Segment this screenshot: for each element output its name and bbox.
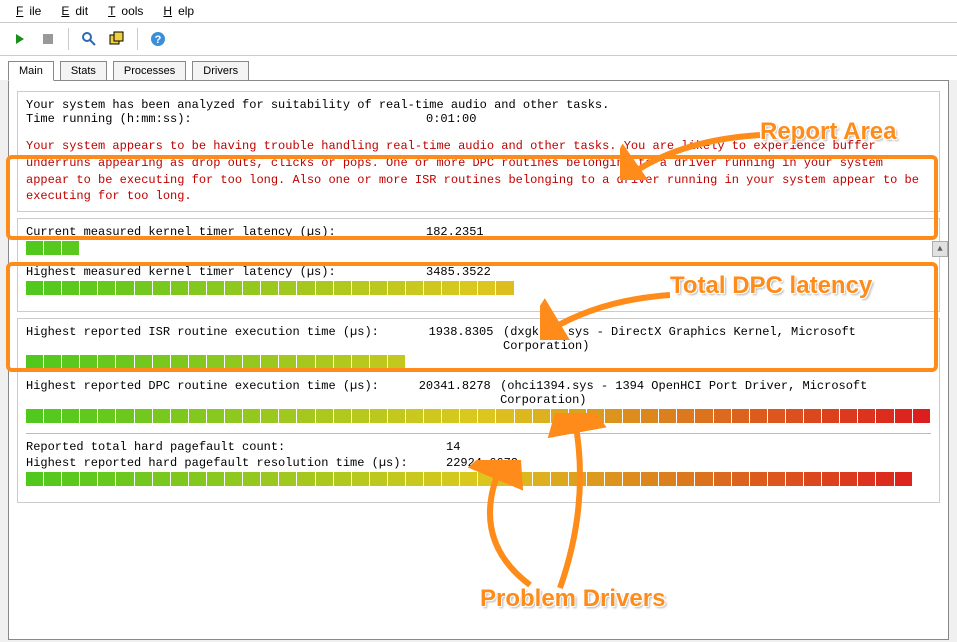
toolbar-separator <box>68 28 69 50</box>
menu-bar: File Edit Tools Help <box>0 0 957 23</box>
section-divider <box>26 433 931 434</box>
svg-text:?: ? <box>155 34 162 46</box>
tab-strip: Main Stats Processes Drivers <box>0 56 957 80</box>
play-icon <box>14 33 26 45</box>
help-icon: ? <box>150 31 166 47</box>
time-running-value: 0:01:00 <box>426 112 476 126</box>
menu-edit[interactable]: Edit <box>49 2 94 20</box>
stop-icon <box>43 34 53 44</box>
highest-latency-label: Highest measured kernel timer latency (µ… <box>26 265 426 279</box>
stop-button[interactable] <box>36 27 60 51</box>
toolbar: ? <box>0 23 957 56</box>
latency-block: Current measured kernel timer latency (µ… <box>17 218 940 312</box>
dpc-bar <box>26 409 931 423</box>
magnifier-icon <box>81 31 97 47</box>
dpc-value: 20341.8278 <box>419 379 491 407</box>
windows-button[interactable] <box>105 27 129 51</box>
dpc-label: Highest reported DPC routine execution t… <box>26 379 419 407</box>
pagefault-count-value: 14 <box>446 440 460 454</box>
menu-tools[interactable]: Tools <box>96 2 149 20</box>
time-running-label: Time running (h:mm:ss): <box>26 112 426 126</box>
current-latency-bar <box>26 241 931 255</box>
tab-stats[interactable]: Stats <box>60 61 107 81</box>
play-button[interactable] <box>8 27 32 51</box>
report-warning-text: Your system appears to be having trouble… <box>26 138 931 205</box>
drivers-block: Highest reported ISR routine execution t… <box>17 318 940 503</box>
toolbar-separator <box>137 28 138 50</box>
tab-processes[interactable]: Processes <box>113 61 186 81</box>
pagefault-count-label: Reported total hard pagefault count: <box>26 440 446 454</box>
pagefault-time-value: 22924.6672 <box>446 456 518 470</box>
isr-driver: (dxgkrnl.sys - DirectX Graphics Kernel, … <box>503 325 931 353</box>
current-latency-value: 182.2351 <box>426 225 484 239</box>
tab-drivers[interactable]: Drivers <box>192 61 249 81</box>
scroll-up-arrow[interactable]: ▲ <box>932 241 948 257</box>
help-button[interactable]: ? <box>146 27 170 51</box>
windows-icon <box>109 31 125 47</box>
isr-bar <box>26 355 931 369</box>
pagefault-bar <box>26 472 931 486</box>
highest-latency-bar <box>26 281 931 295</box>
tab-main[interactable]: Main <box>8 61 54 81</box>
menu-file[interactable]: File <box>4 2 47 20</box>
refresh-button[interactable] <box>77 27 101 51</box>
menu-help[interactable]: Help <box>151 2 200 20</box>
dpc-driver: (ohci1394.sys - 1394 OpenHCI Port Driver… <box>500 379 931 407</box>
main-content: Your system has been analyzed for suitab… <box>8 80 949 640</box>
highest-latency-value: 3485.3522 <box>426 265 491 279</box>
report-summary-block: Your system has been analyzed for suitab… <box>17 91 940 212</box>
isr-value: 1938.8305 <box>429 325 494 353</box>
pagefault-time-label: Highest reported hard pagefault resoluti… <box>26 456 446 470</box>
report-analyzed-line: Your system has been analyzed for suitab… <box>26 98 931 112</box>
current-latency-label: Current measured kernel timer latency (µ… <box>26 225 426 239</box>
isr-label: Highest reported ISR routine execution t… <box>26 325 429 353</box>
